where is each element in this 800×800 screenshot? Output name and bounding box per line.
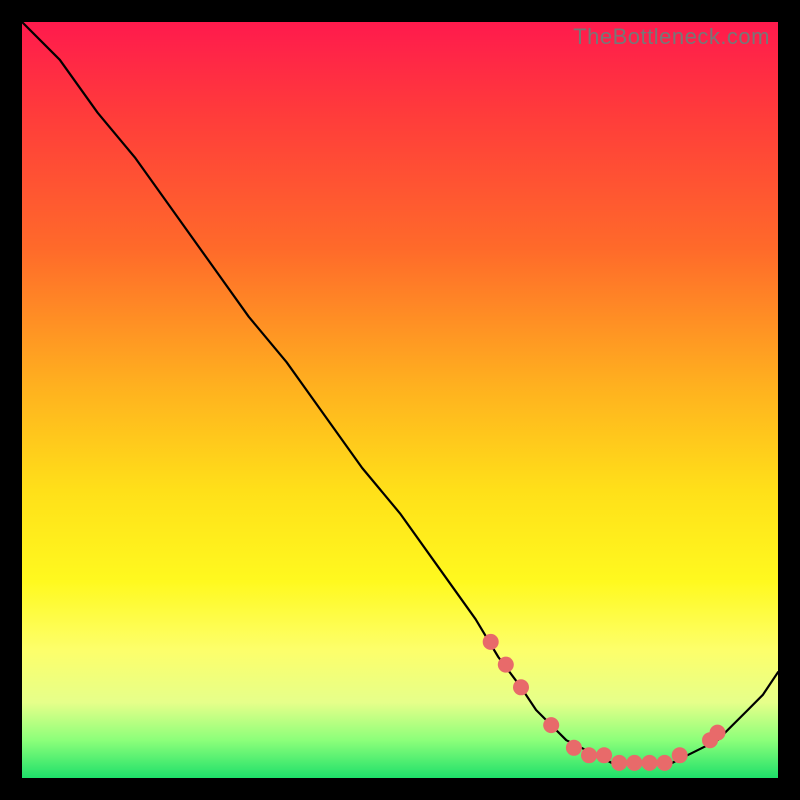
highlight-dot [483,634,499,650]
highlight-dot [642,755,658,771]
curve-svg [22,22,778,778]
highlight-dot [596,747,612,763]
bottleneck-curve [22,22,778,763]
highlight-dot [672,747,688,763]
plot-area: TheBottleneck.com [22,22,778,778]
highlight-dot [657,755,673,771]
highlight-dot [543,717,559,733]
chart-frame: TheBottleneck.com [0,0,800,800]
highlight-dot [710,725,726,741]
highlight-dot [566,740,582,756]
highlight-dots-group [483,634,726,771]
highlight-dot [581,747,597,763]
highlight-dot [513,679,529,695]
highlight-dot [498,657,514,673]
highlight-dot [626,755,642,771]
highlight-dot [611,755,627,771]
